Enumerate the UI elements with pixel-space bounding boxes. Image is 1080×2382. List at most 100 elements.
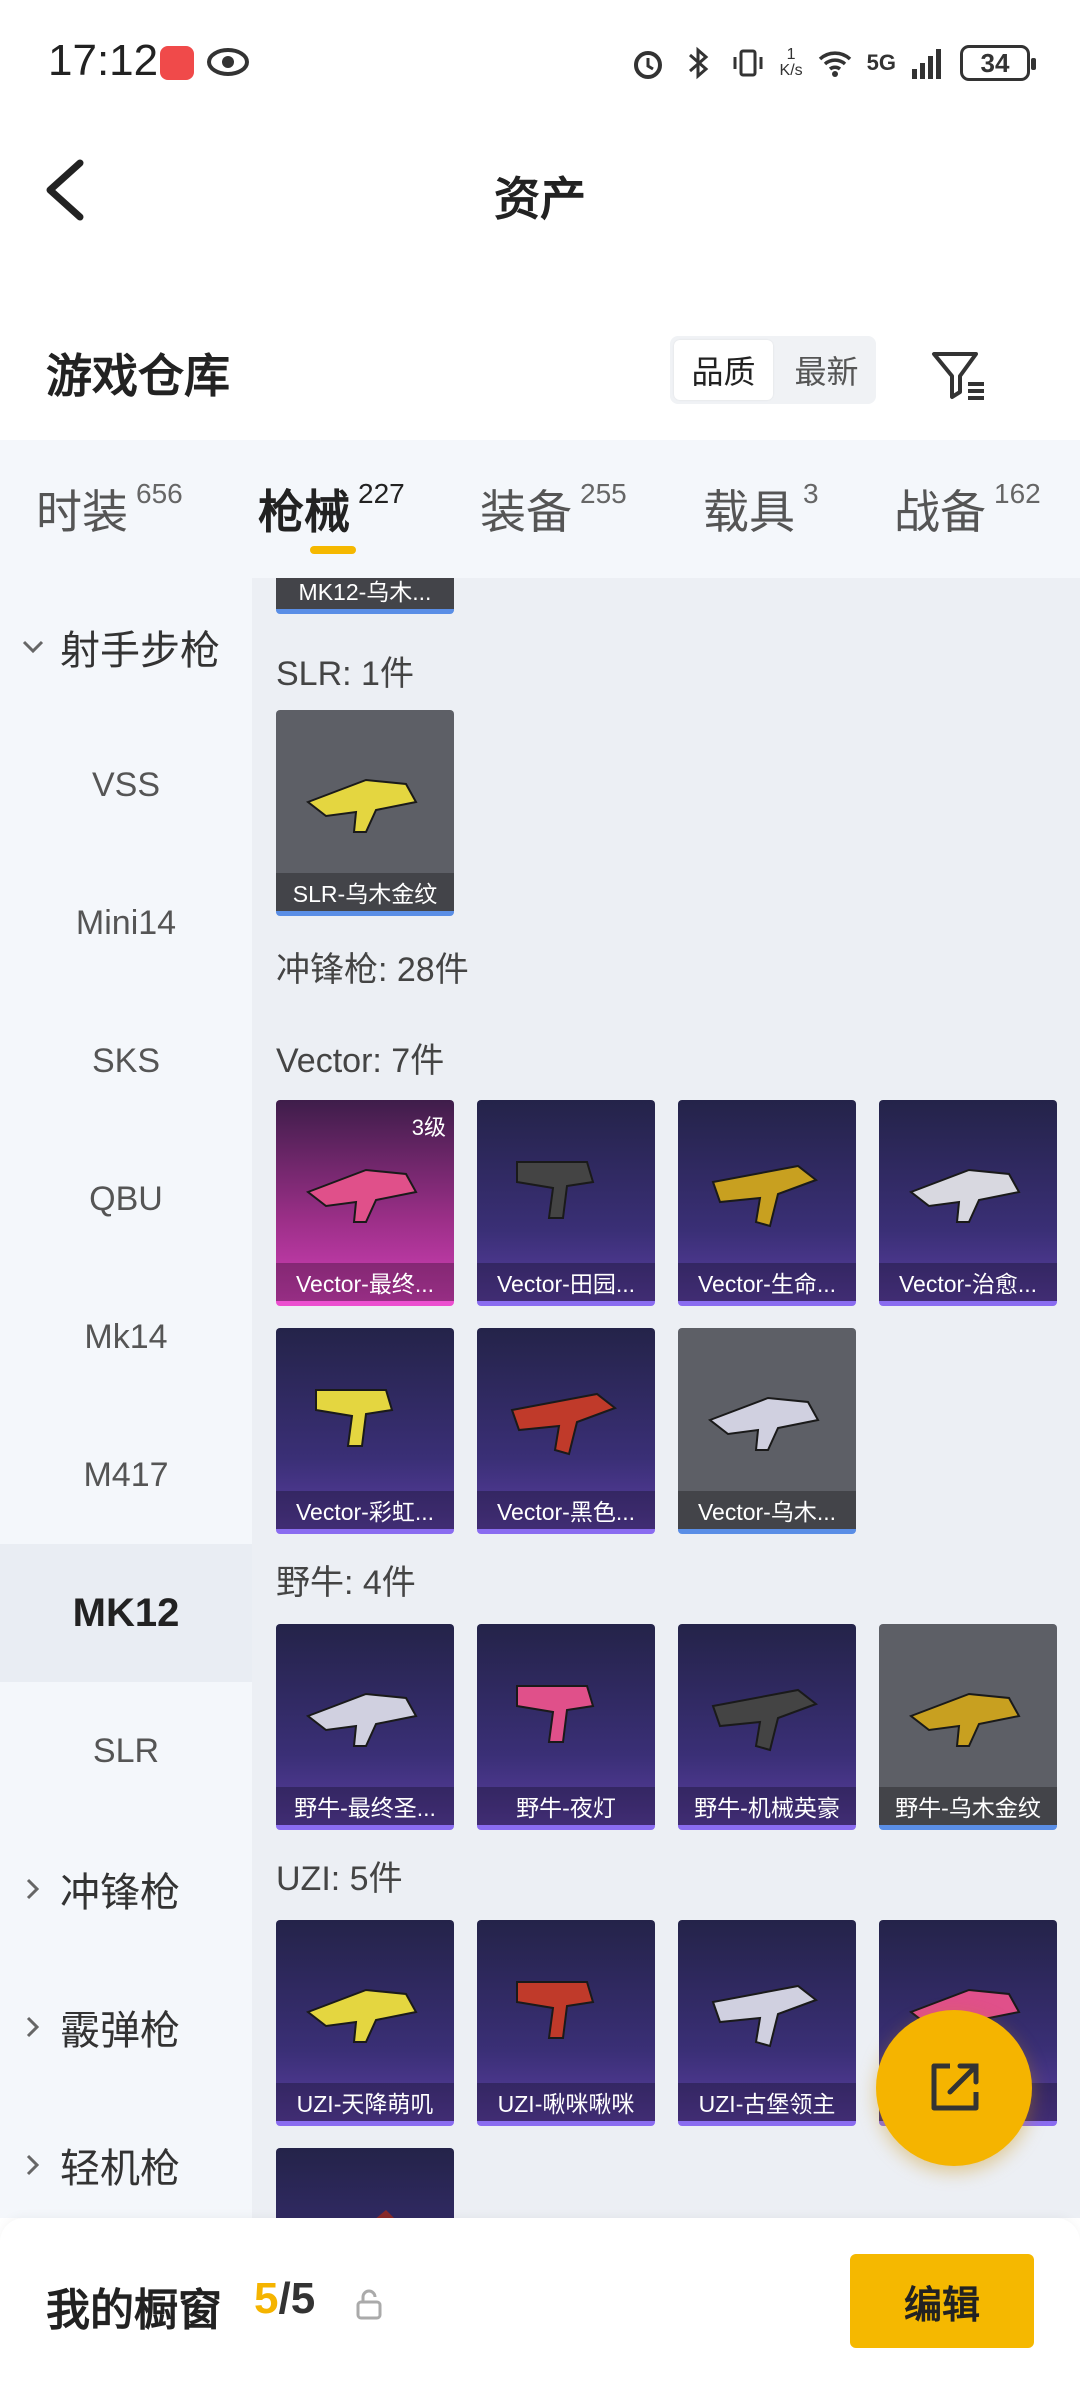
- sidebar-item-mk12[interactable]: MK12: [0, 1544, 252, 1682]
- gun-thumbnail: [516, 1161, 595, 1219]
- status-bar: 17:12 1 K/s 5G 34: [0, 0, 1080, 125]
- network-type: 5G: [866, 50, 896, 75]
- group-label-smg: 冲锋枪: 28件: [276, 951, 469, 989]
- gun-thumbnail: [510, 1392, 618, 1456]
- sidebar: 射手步枪 VSS Mini14 SKS QBU Mk14 M417 MK12 S…: [0, 578, 252, 2218]
- item-card[interactable]: Vector-黑色...: [477, 1328, 655, 1534]
- gun-thumbnail: [711, 1164, 819, 1228]
- eye-icon: [207, 48, 249, 76]
- item-card[interactable]: [276, 2148, 454, 2218]
- group-label-vector: Vector: 7件: [276, 1042, 445, 1080]
- item-name: Vector-黑色...: [477, 1491, 655, 1529]
- item-name: Vector-田园...: [477, 1263, 655, 1301]
- tab-equipment[interactable]: 装备 255: [480, 476, 627, 542]
- category-tabs: 时装 656 枪械 227 装备 255 载具 3 战备 162: [0, 440, 1080, 578]
- status-icons: 1 K/s 5G 34: [630, 38, 1036, 88]
- item-card[interactable]: UZI-天降萌叽: [276, 1920, 454, 2126]
- lock-icon[interactable]: [354, 2288, 384, 2320]
- gun-thumbnail: [305, 1692, 418, 1747]
- sort-toggle: 品质 最新: [670, 336, 876, 404]
- item-card[interactable]: Vector-乌木...: [678, 1328, 856, 1534]
- sidebar-item-slr[interactable]: SLR: [0, 1682, 252, 1820]
- item-card[interactable]: Vector-治愈...: [879, 1100, 1057, 1306]
- chevron-right-icon: [26, 1878, 40, 1900]
- sidebar-item-sks[interactable]: SKS: [0, 992, 252, 1130]
- item-card[interactable]: UZI-啾咪啾咪: [477, 1920, 655, 2126]
- item-card[interactable]: 3级 Vector-最终...: [276, 1100, 454, 1306]
- screen: 17:12 1 K/s 5G 34 资产 游戏仓库 品质 最新 时装 656 枪械 2…: [0, 0, 1080, 2382]
- tab-supplies[interactable]: 战备 162: [894, 476, 1041, 542]
- item-name: Vector-彩虹...: [276, 1491, 454, 1529]
- item-grid: MK12-乌木... SLR: 1件 SLR-乌木金纹 冲锋枪: 28件 Vec…: [252, 578, 1080, 2218]
- tab-guns[interactable]: 枪械 227: [258, 476, 405, 542]
- item-card[interactable]: Vector-田园...: [477, 1100, 655, 1306]
- status-time: 17:12: [48, 36, 159, 85]
- item-name: SLR-乌木金纹: [276, 873, 454, 911]
- sidebar-item-qbu[interactable]: QBU: [0, 1130, 252, 1268]
- item-name: 野牛-夜灯: [477, 1787, 655, 1825]
- item-name: 野牛-机械英豪: [678, 1787, 856, 1825]
- item-card[interactable]: 野牛-机械英豪: [678, 1624, 856, 1830]
- gun-thumbnail: [711, 1984, 819, 2048]
- wifi-icon: [818, 51, 851, 77]
- vibrate-icon: [733, 49, 763, 77]
- item-card[interactable]: 野牛-最终圣...: [276, 1624, 454, 1830]
- sidebar-item-m417[interactable]: M417: [0, 1406, 252, 1544]
- sidebar-group-marksman-rifles[interactable]: 射手步枪: [0, 578, 252, 716]
- signal-icon: [912, 49, 941, 79]
- showcase-title: 我的橱窗: [46, 2286, 222, 2335]
- gun-thumbnail: [516, 1685, 595, 1743]
- item-card[interactable]: MK12-乌木...: [276, 578, 454, 614]
- tab-fashion[interactable]: 时装 656: [36, 476, 183, 542]
- gun-thumbnail: [908, 1692, 1021, 1747]
- showcase-bar: 我的橱窗 5/5 编辑: [0, 2218, 1080, 2382]
- item-name: UZI-古堡领主: [678, 2083, 856, 2121]
- level-badge: 3级: [411, 1115, 446, 1140]
- showcase-count: 5/5: [254, 2274, 316, 2323]
- bluetooth-icon: [688, 46, 708, 80]
- sort-quality-option[interactable]: 品质: [674, 340, 773, 400]
- chevron-right-icon: [26, 2154, 40, 2176]
- gun-thumbnail: [707, 1396, 820, 1451]
- item-name: Vector-乌木...: [678, 1491, 856, 1529]
- chevron-down-icon: [22, 640, 44, 654]
- item-card[interactable]: Vector-生命...: [678, 1100, 856, 1306]
- sidebar-group-shotgun[interactable]: 霰弹枪: [0, 1958, 252, 2096]
- gun-thumbnail: [516, 1981, 595, 2039]
- share-button[interactable]: [876, 2010, 1032, 2166]
- filter-icon[interactable]: [928, 344, 988, 404]
- chevron-right-icon: [26, 2016, 40, 2038]
- sidebar-group-smg[interactable]: 冲锋枪: [0, 1820, 252, 1958]
- net-speed: 1 K/s: [779, 46, 803, 79]
- item-name: UZI-天降萌叽: [276, 2083, 454, 2121]
- app-notification-icon: [160, 46, 194, 80]
- item-name: 野牛-乌木金纹: [879, 1787, 1057, 1825]
- item-card[interactable]: UZI-古堡领主: [678, 1920, 856, 2126]
- item-card[interactable]: 野牛-夜灯: [477, 1624, 655, 1830]
- gun-thumbnail: [305, 1988, 418, 2043]
- sidebar-item-vss[interactable]: VSS: [0, 716, 252, 854]
- item-name: Vector-治愈...: [879, 1263, 1057, 1301]
- item-card[interactable]: Vector-彩虹...: [276, 1328, 454, 1534]
- sort-latest-option[interactable]: 最新: [777, 336, 876, 404]
- item-name: Vector-最终...: [276, 1263, 454, 1301]
- section-title: 游戏仓库: [46, 350, 230, 402]
- sidebar-group-lmg[interactable]: 轻机枪: [0, 2096, 252, 2234]
- tab-vehicles[interactable]: 载具 3: [703, 476, 819, 542]
- item-card[interactable]: SLR-乌木金纹: [276, 710, 454, 916]
- item-name: 野牛-最终圣...: [276, 1787, 454, 1825]
- sidebar-item-mini14[interactable]: Mini14: [0, 854, 252, 992]
- gun-thumbnail: [908, 1168, 1021, 1223]
- warehouse-header: 游戏仓库 品质 最新: [0, 320, 1080, 440]
- page-title: 资产: [494, 173, 586, 225]
- header: 资产: [0, 125, 1080, 255]
- sidebar-item-mk14[interactable]: Mk14: [0, 1268, 252, 1406]
- group-label-uzi: UZI: 5件: [276, 1860, 403, 1898]
- item-name: MK12-乌木...: [276, 578, 454, 609]
- gun-thumbnail: [376, 2210, 394, 2218]
- item-name: UZI-啾咪啾咪: [477, 2083, 655, 2121]
- item-card[interactable]: 野牛-乌木金纹: [879, 1624, 1057, 1830]
- group-label-slr: SLR: 1件: [276, 655, 414, 693]
- edit-button[interactable]: 编辑: [850, 2254, 1034, 2348]
- active-tab-indicator: [310, 546, 356, 554]
